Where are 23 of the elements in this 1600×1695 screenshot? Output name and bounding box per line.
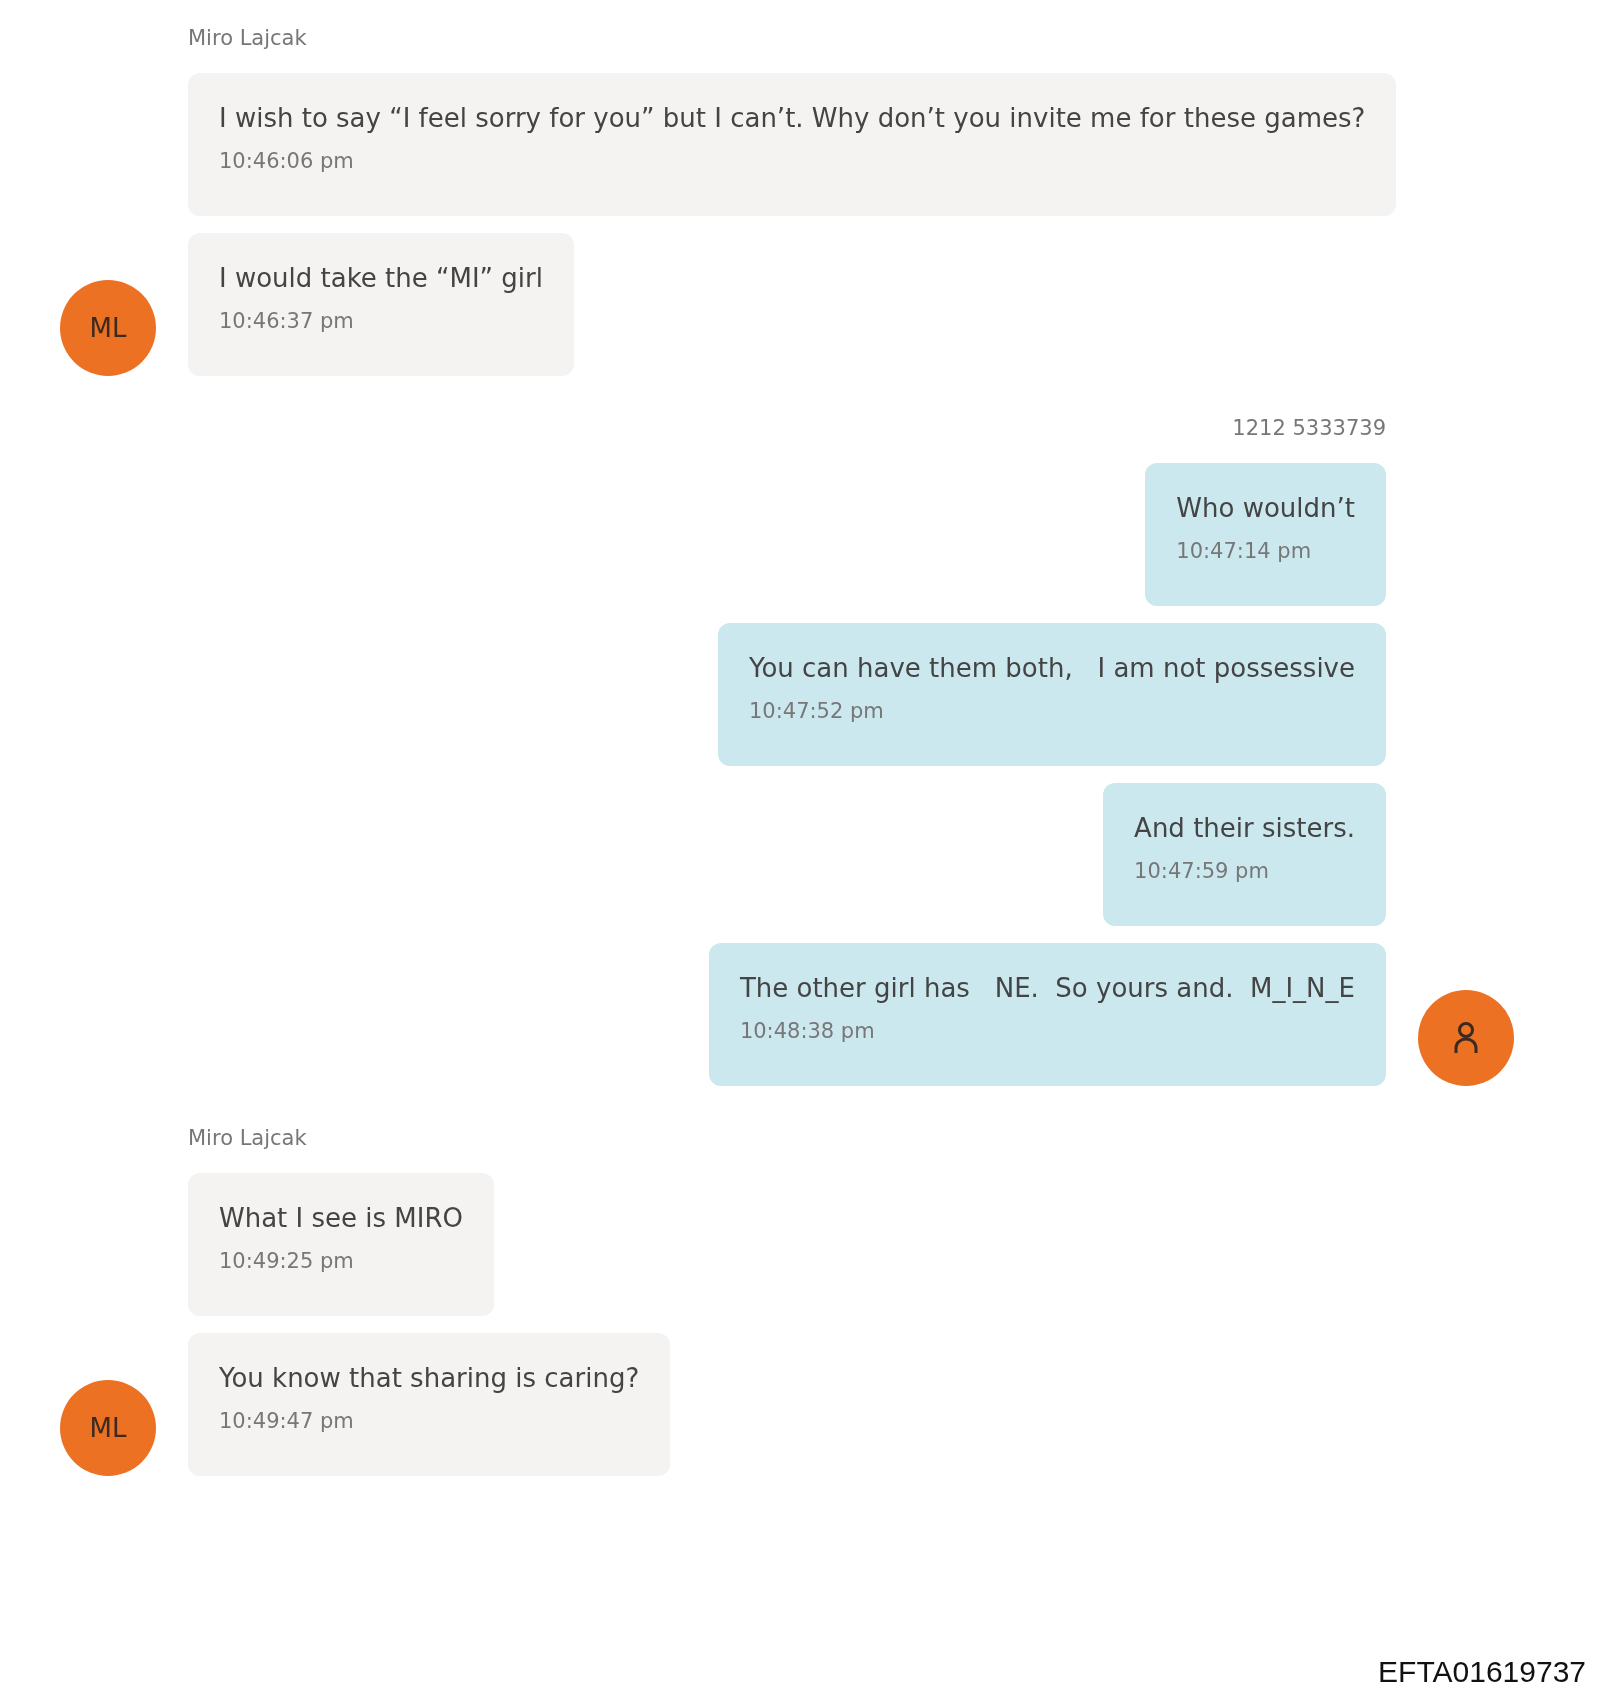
- message-text: What I see is MIRO: [219, 1203, 463, 1233]
- message-time: 10:46:37 pm: [219, 309, 355, 333]
- message-text: And their sisters.: [1134, 813, 1355, 843]
- message-text: The other girl has NE. So yours and. M_I_N_E: [739, 973, 1355, 1003]
- sender-name: Miro Lajcak: [188, 1126, 307, 1150]
- message-text: I wish to say “I feel sorry for you” but I can’t. Why don’t you invite me for these games?: [219, 103, 1366, 133]
- document-id: EFTA01619737: [1378, 1655, 1586, 1688]
- sender-name: Miro Lajcak: [188, 26, 307, 50]
- avatar: ML: [60, 1380, 156, 1476]
- message-text: I would take the “MI” girl: [219, 263, 543, 293]
- message-time: 10:47:59 pm: [1134, 859, 1270, 883]
- message-time: 10:47:14 pm: [1176, 539, 1313, 563]
- message-text: Who wouldn’t: [1176, 493, 1355, 523]
- avatar: ML: [60, 280, 156, 376]
- message-time: 10:46:06 pm: [219, 149, 355, 173]
- message-time: 10:49:25 pm: [219, 1249, 355, 1273]
- message-time: 10:48:38 pm: [739, 1019, 876, 1043]
- message-time: 10:47:52 pm: [749, 699, 885, 723]
- message-time: 10:49:47 pm: [219, 1409, 355, 1433]
- message-text: You know that sharing is caring?: [219, 1363, 640, 1393]
- message-text: You can have them both, I am not possessive: [749, 653, 1355, 683]
- person-icon: [1453, 1021, 1479, 1055]
- sender-name: 1212 5333739: [1232, 416, 1386, 440]
